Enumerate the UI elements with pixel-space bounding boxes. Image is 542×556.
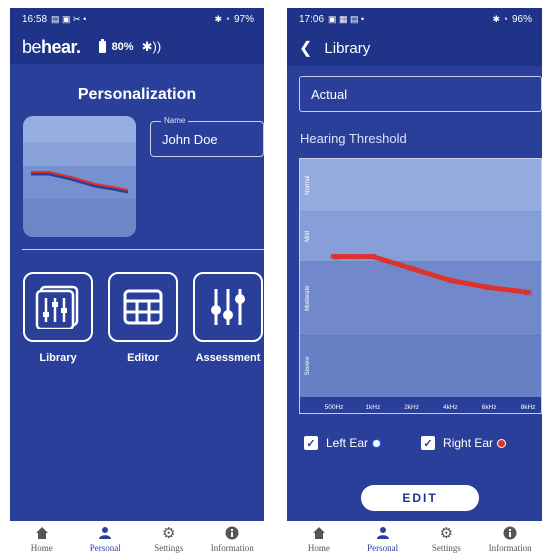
x-tick-label: 6kHz (482, 404, 497, 411)
right-ear-label: Right Ear (443, 436, 494, 450)
nav-home-label: Home (30, 543, 53, 553)
x-tick-label: 2kHz (404, 404, 419, 411)
band-label: Severe (305, 356, 311, 376)
nav-personal-label: Personal (89, 543, 121, 553)
x-tick-label: 8kHz (521, 404, 536, 411)
nav-personal-label: Personal (367, 543, 399, 553)
nav-information[interactable]: Information (478, 525, 542, 553)
left-ear-label: Left Ear (326, 436, 369, 450)
status-time: 16:58 (22, 13, 48, 25)
name-field-value: John Doe (162, 132, 218, 147)
band-label: Normal (305, 176, 311, 195)
divider (22, 249, 264, 250)
person-icon (376, 525, 390, 541)
bluetooth-icon: ✱)) (141, 39, 162, 54)
device-battery-value: 80% (111, 41, 134, 53)
home-icon (312, 525, 326, 541)
status-time: 17:06 (299, 13, 325, 25)
device-battery: 80% (98, 39, 134, 53)
x-tick-label: 4kHz (443, 404, 458, 411)
page-title: Personalization (77, 86, 197, 103)
ear-toggles: ✓ Left Ear ✓ Right Ear (304, 436, 536, 450)
nav-home-label: Home (307, 543, 330, 553)
nav-information-label: Information (210, 543, 254, 553)
nav-settings-label: Settings (154, 543, 184, 553)
data-label: 41 (330, 253, 339, 262)
nav-settings[interactable]: ⚙ Settings (137, 525, 201, 554)
data-label: 56 (524, 288, 533, 297)
nav-information[interactable]: Information (201, 525, 265, 553)
assessment-button[interactable] (193, 272, 263, 342)
hearing-threshold-chart: Normal Mild Moderate Severe 500Hz 1kHz 2kHz 4kH… (299, 158, 542, 414)
back-arrow-icon[interactable]: ❮ (299, 38, 312, 58)
preview-curve (31, 171, 129, 194)
bottom-nav: Home Personal ⚙ Settings Information (287, 521, 542, 556)
data-label: 41 (368, 253, 377, 262)
band-severe (300, 335, 541, 397)
grid-icon (123, 289, 163, 325)
nav-settings-label: Settings (431, 543, 461, 553)
library-button[interactable] (23, 272, 93, 342)
person-icon (98, 525, 112, 541)
app-header: behear. 80% ✱)) (10, 30, 264, 64)
name-field-label: Name (161, 116, 189, 125)
brand-hear: hear. (41, 36, 81, 57)
band-label: Mild (305, 231, 311, 242)
editor-button[interactable] (108, 272, 178, 342)
library-icon (35, 285, 79, 329)
data-label: 51 (446, 276, 455, 285)
status-battery: 96% (511, 13, 532, 25)
right-ear-checkbox[interactable]: ✓ (421, 436, 436, 450)
gear-icon: ⚙ (162, 525, 176, 542)
notification-icons: ▣ ▦ ▤ • (328, 13, 365, 24)
battery-icon (98, 39, 106, 53)
chart-svg: Normal Mild Moderate Severe 500Hz 1kHz 2kHz 4kH… (300, 159, 541, 411)
signal-icons: ✱ ◔ (492, 13, 508, 24)
sliders-icon (211, 289, 245, 325)
home-icon (35, 525, 49, 541)
left-ear-checkbox[interactable]: ✓ (304, 436, 318, 450)
name-field[interactable]: Name John Doe (150, 116, 264, 157)
x-tick-label: 1kHz (365, 404, 380, 411)
page-title: Library (324, 39, 371, 57)
nav-settings[interactable]: ⚙ Settings (415, 525, 479, 554)
library-screen: 17:06 ▣ ▦ ▤ • ✱ ◔ 96% ❮ Library Actual H… (287, 8, 542, 556)
status-bar: 16:58 ▤ ▣ ✂ • ✱ ◔ 97% (10, 8, 264, 30)
editor-label: Editor (127, 352, 159, 364)
status-bar: 17:06 ▣ ▦ ▤ • ✱ ◔ 96% (287, 8, 542, 30)
info-icon (225, 525, 239, 541)
brand-be: be (22, 36, 42, 57)
personalization-screen: 16:58 ▤ ▣ ✂ • ✱ ◔ 97% behear. 80% ✱)) Pe… (10, 8, 264, 556)
library-label: Library (39, 352, 77, 364)
signal-icons: ✱ ◔ (214, 13, 230, 24)
band-normal (300, 159, 541, 212)
info-icon (503, 525, 517, 541)
brand-logo: behear. (22, 37, 81, 58)
gear-icon: ⚙ (439, 525, 454, 542)
data-label: 46 (407, 264, 416, 273)
assessment-label: Assessment (195, 352, 261, 364)
right-ear-color-dot (497, 438, 507, 448)
notification-icons: ▤ ▣ ✂ • (51, 13, 87, 24)
left-ear-color-dot (372, 438, 382, 448)
nav-home[interactable]: Home (10, 525, 74, 553)
data-label: 54 (485, 284, 494, 293)
nav-home[interactable]: Home (287, 525, 351, 553)
edit-button[interactable]: EDIT (361, 485, 479, 511)
app-header: ❮ Library (287, 30, 542, 66)
profile-select[interactable]: Actual (299, 76, 542, 112)
hearing-preview-thumbnail[interactable] (23, 116, 136, 237)
status-battery: 97% (233, 13, 254, 25)
bottom-nav: Home Personal ⚙ Settings Information (10, 521, 264, 556)
section-title: Hearing Threshold (300, 131, 407, 146)
x-tick-label: 500Hz (325, 404, 344, 411)
nav-personal[interactable]: Personal (351, 525, 415, 553)
band-label: Moderate (305, 285, 311, 311)
nav-personal[interactable]: Personal (74, 525, 138, 553)
nav-information-label: Information (488, 543, 532, 553)
